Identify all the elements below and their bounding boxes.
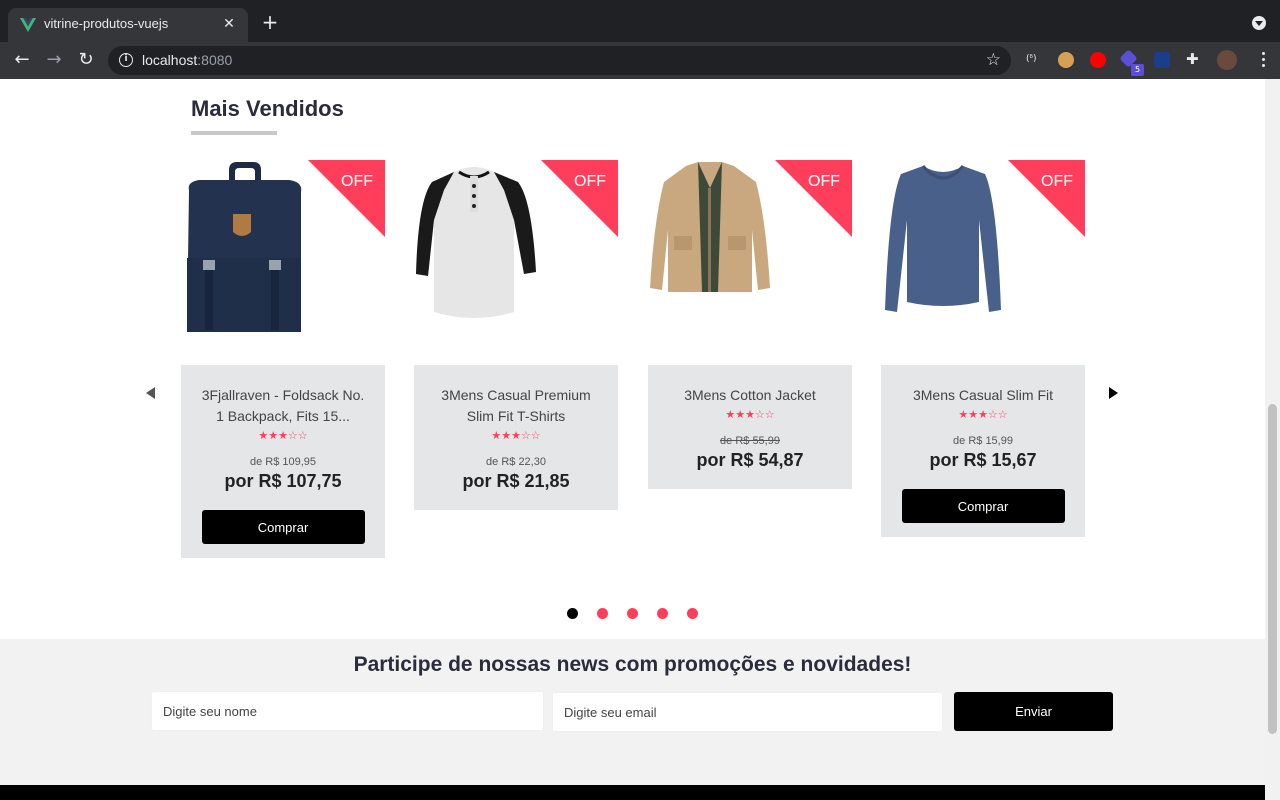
rating-stars: ★★★☆☆ bbox=[958, 408, 1008, 421]
owl-extension-icon[interactable] bbox=[1058, 52, 1074, 68]
close-tab-icon[interactable]: ✕ bbox=[220, 15, 238, 33]
address-bar[interactable]: i localhost:8080 ☆ bbox=[108, 46, 1011, 75]
product-info: 3Mens Casual Premium Slim Fit T-Shirts ★… bbox=[414, 365, 618, 510]
carousel-dot-2[interactable] bbox=[597, 608, 608, 619]
product-info: 3Mens Cotton Jacket ★★★☆☆ de R$ 55,99 po… bbox=[648, 365, 852, 489]
puzzle-icon[interactable]: ✚ bbox=[1186, 50, 1202, 68]
old-price: de R$ 15,99 bbox=[953, 435, 1013, 447]
section-title: Mais Vendidos bbox=[191, 96, 344, 121]
old-price: de R$ 22,30 bbox=[486, 456, 546, 468]
old-price: de R$ 55,99 bbox=[720, 435, 780, 447]
bookmark-star-icon[interactable]: ☆ bbox=[986, 50, 1001, 70]
product-name: 3Mens Casual Slim Fit bbox=[912, 387, 1054, 403]
discount-ribbon bbox=[308, 160, 385, 237]
page-content: Mais Vendidos OFF 3Fjallraven - Foldsack… bbox=[0, 79, 1265, 800]
title-underline bbox=[191, 131, 277, 135]
new-price: por R$ 107,75 bbox=[224, 471, 342, 491]
carousel-dot-4[interactable] bbox=[657, 608, 668, 619]
rating-stars: ★★★☆☆ bbox=[491, 429, 541, 442]
send-button[interactable]: Enviar bbox=[954, 692, 1113, 731]
extension-badge: 5 bbox=[1131, 64, 1144, 76]
new-tab-button[interactable]: + bbox=[260, 12, 280, 32]
discount-badge: OFF bbox=[574, 173, 606, 190]
reload-icon[interactable]: ↻ bbox=[76, 50, 96, 70]
analytics-extension-icon[interactable] bbox=[1154, 52, 1170, 68]
browser-tab-bar: vitrine-produtos-vuejs ✕ + bbox=[0, 0, 1280, 42]
page-scrollbar[interactable] bbox=[1265, 79, 1280, 800]
discount-ribbon bbox=[541, 160, 618, 237]
product-name: 3Mens Cotton Jacket bbox=[684, 387, 816, 403]
carousel-dot-5[interactable] bbox=[687, 608, 698, 619]
site-info-icon[interactable]: i bbox=[119, 53, 133, 67]
browser-toolbar: ← → ↻ i localhost:8080 ☆ (ᵟ) 5 ✚ bbox=[0, 42, 1280, 79]
scrollbar-thumb[interactable] bbox=[1268, 404, 1277, 734]
tab-search-icon[interactable] bbox=[1252, 16, 1266, 30]
menu-kebab-icon[interactable] bbox=[1262, 50, 1266, 70]
newsletter-title: Participe de nossas news com promoções e… bbox=[353, 653, 912, 676]
new-price: por R$ 21,85 bbox=[462, 471, 570, 491]
buy-button[interactable]: Comprar bbox=[901, 489, 1065, 523]
product-name: 3Mens Casual Premium Slim Fit T-Shirts bbox=[441, 387, 591, 424]
discount-badge: OFF bbox=[808, 173, 840, 190]
product-name: 3Fjallraven - Foldsack No. 1 Backpack, F… bbox=[201, 387, 365, 424]
discount-ribbon bbox=[1008, 160, 1085, 237]
discount-ribbon bbox=[775, 160, 852, 237]
youtube-extension-icon[interactable] bbox=[1090, 52, 1106, 68]
discount-badge: OFF bbox=[341, 173, 373, 190]
rating-stars: ★★★☆☆ bbox=[258, 429, 308, 442]
forward-arrow-icon[interactable]: → bbox=[44, 50, 64, 70]
profile-avatar[interactable] bbox=[1217, 50, 1237, 70]
back-arrow-icon[interactable]: ← bbox=[12, 50, 32, 70]
newsletter-section: Participe de nossas news com promoções e… bbox=[0, 639, 1265, 785]
rating-stars: ★★★☆☆ bbox=[725, 408, 775, 421]
carousel-dot-3[interactable] bbox=[627, 608, 638, 619]
email-input[interactable] bbox=[552, 692, 943, 732]
carousel-next-icon[interactable] bbox=[1109, 387, 1118, 399]
old-price: de R$ 109,95 bbox=[249, 456, 317, 468]
footer bbox=[0, 785, 1265, 800]
discount-badge: OFF bbox=[1041, 173, 1073, 190]
name-input[interactable] bbox=[151, 691, 544, 731]
product-info: 3Fjallraven - Foldsack No. 1 Backpack, F… bbox=[181, 365, 385, 558]
dev-extension-icon[interactable]: (ᵟ) bbox=[1026, 54, 1042, 70]
vue-logo-icon bbox=[20, 18, 36, 32]
buy-button[interactable]: Comprar bbox=[201, 510, 365, 544]
browser-tab[interactable]: vitrine-produtos-vuejs ✕ bbox=[8, 8, 248, 42]
product-info: 3Mens Casual Slim Fit ★★★☆☆ de R$ 15,99 … bbox=[881, 365, 1085, 537]
new-price: por R$ 15,67 bbox=[929, 450, 1037, 470]
carousel-dot-1[interactable] bbox=[567, 608, 578, 619]
new-price: por R$ 54,87 bbox=[696, 450, 804, 470]
carousel-prev-icon[interactable] bbox=[146, 387, 155, 399]
tab-title: vitrine-produtos-vuejs bbox=[44, 16, 169, 31]
url-text: localhost:8080 bbox=[142, 52, 233, 68]
